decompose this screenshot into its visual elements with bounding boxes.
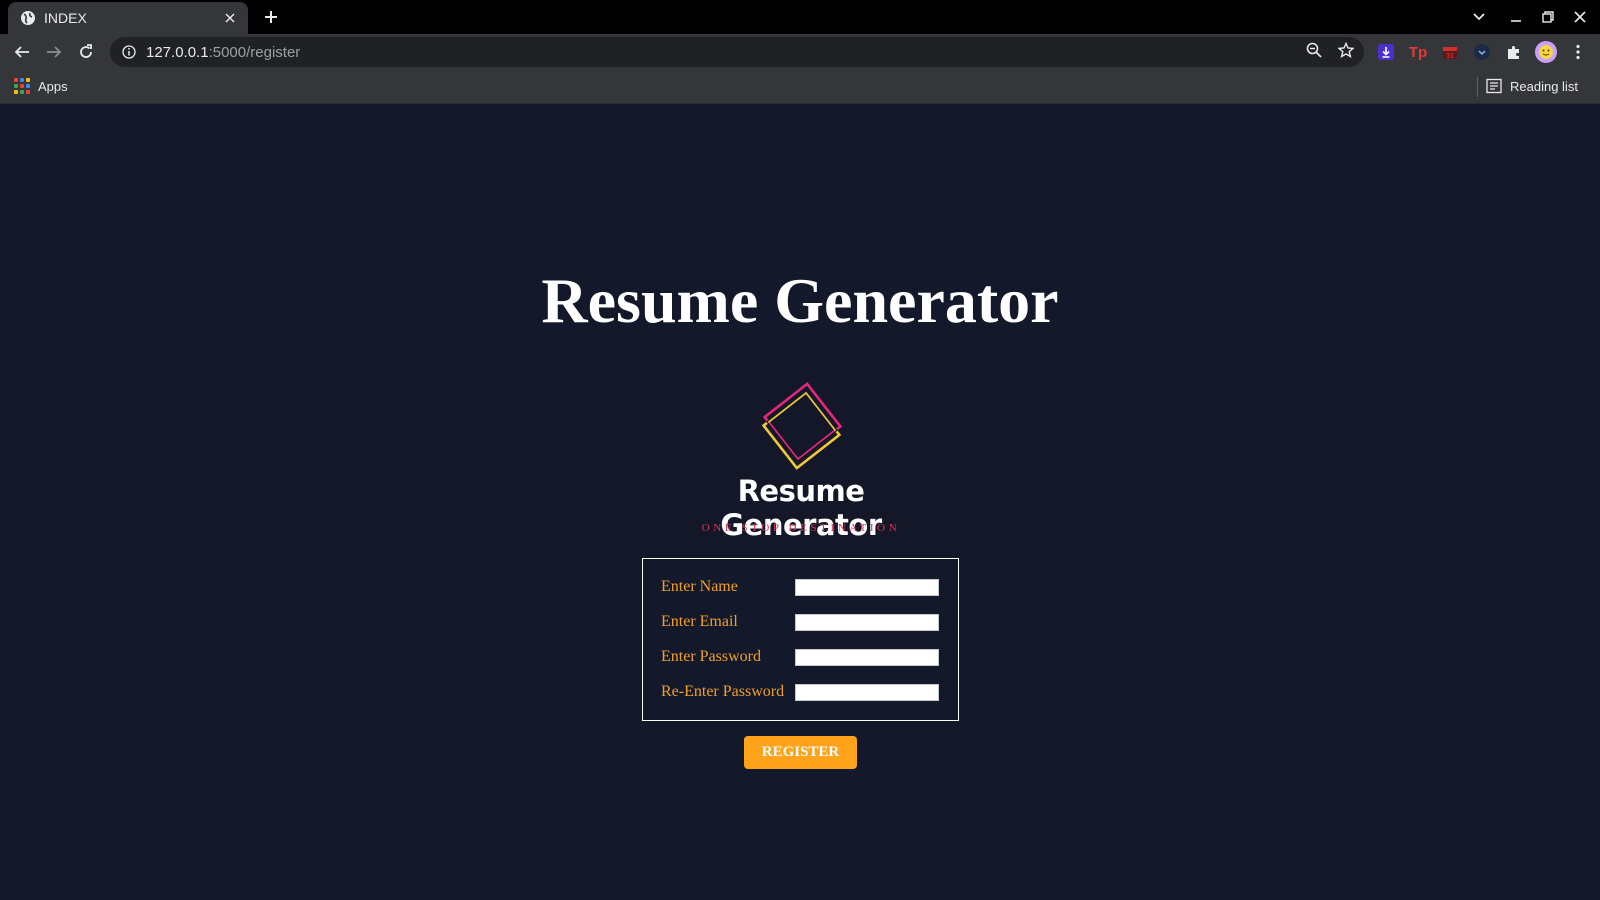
url-path: :5000/register (208, 43, 301, 61)
password-row: Enter Password (661, 647, 945, 667)
password-label: Enter Password (661, 648, 761, 665)
email-row: Enter Email (661, 612, 945, 632)
page-title: Resume Generator (541, 265, 1059, 336)
svg-text:31: 31 (1446, 53, 1454, 60)
diamond-logo-icon (761, 382, 843, 470)
calendar-extension-icon[interactable]: 31 (1441, 43, 1459, 61)
tab-title: INDEX (44, 10, 87, 26)
reading-list-icon (1486, 78, 1502, 94)
puzzle-icon[interactable] (1505, 43, 1523, 61)
browser-tab[interactable]: INDEX (8, 2, 248, 34)
close-tab-icon[interactable] (222, 10, 238, 26)
register-form: Enter Name Enter Email Enter Password Re… (642, 558, 959, 721)
reload-icon[interactable] (76, 42, 96, 62)
reading-list-label: Reading list (1510, 78, 1578, 94)
new-tab-icon[interactable] (262, 8, 280, 26)
close-window-icon[interactable] (1571, 8, 1589, 26)
reading-list-button[interactable]: Reading list (1486, 78, 1578, 94)
profile-avatar[interactable] (1534, 40, 1558, 64)
name-row: Enter Name (661, 577, 945, 597)
resume-generator-logo: Resume Generator ONE STOP DESTINATION (673, 372, 929, 542)
apps-grid-icon (14, 78, 30, 94)
tab-search-chevron-icon[interactable] (1470, 8, 1488, 26)
apps-label: Apps (38, 78, 68, 94)
email-input[interactable] (795, 613, 939, 631)
url-host: 127.0.0.1 (146, 43, 209, 61)
bookmarks-bar: Apps Reading list (0, 70, 1600, 104)
back-icon[interactable] (12, 42, 32, 62)
site-info-icon[interactable] (122, 45, 136, 59)
tab-strip: INDEX (0, 0, 1600, 34)
name-label: Enter Name (661, 578, 738, 595)
password-input[interactable] (795, 648, 939, 666)
restore-icon[interactable] (1539, 8, 1557, 26)
dark-extension-icon[interactable] (1473, 43, 1491, 61)
apps-bookmark[interactable]: Apps (14, 78, 68, 94)
browser-toolbar: 127.0.0.1:5000/register Tp 31 (0, 34, 1600, 70)
zoom-out-icon[interactable] (1305, 41, 1323, 59)
name-input[interactable] (795, 578, 939, 596)
forward-icon[interactable] (44, 42, 64, 62)
page-content: Resume Generator Resume Generator ONE ST… (0, 104, 1600, 900)
register-button[interactable]: REGISTER (744, 736, 857, 769)
address-bar[interactable]: 127.0.0.1:5000/register (110, 37, 1364, 67)
tp-extension-icon[interactable]: Tp (1409, 43, 1427, 61)
email-label: Enter Email (661, 613, 738, 630)
minimize-icon[interactable] (1507, 8, 1525, 26)
menu-kebab-icon[interactable] (1569, 43, 1587, 61)
globe-icon (20, 10, 36, 26)
bookmark-star-icon[interactable] (1337, 41, 1355, 59)
reenter-password-label: Re-Enter Password (661, 683, 785, 700)
reenter-password-input[interactable] (795, 683, 939, 701)
reenter-password-row: Re-Enter Password (661, 682, 945, 702)
download-extension-icon[interactable] (1377, 43, 1395, 61)
logo-tagline: ONE STOP DESTINATION (701, 522, 901, 534)
bookmarks-divider (1477, 77, 1478, 97)
